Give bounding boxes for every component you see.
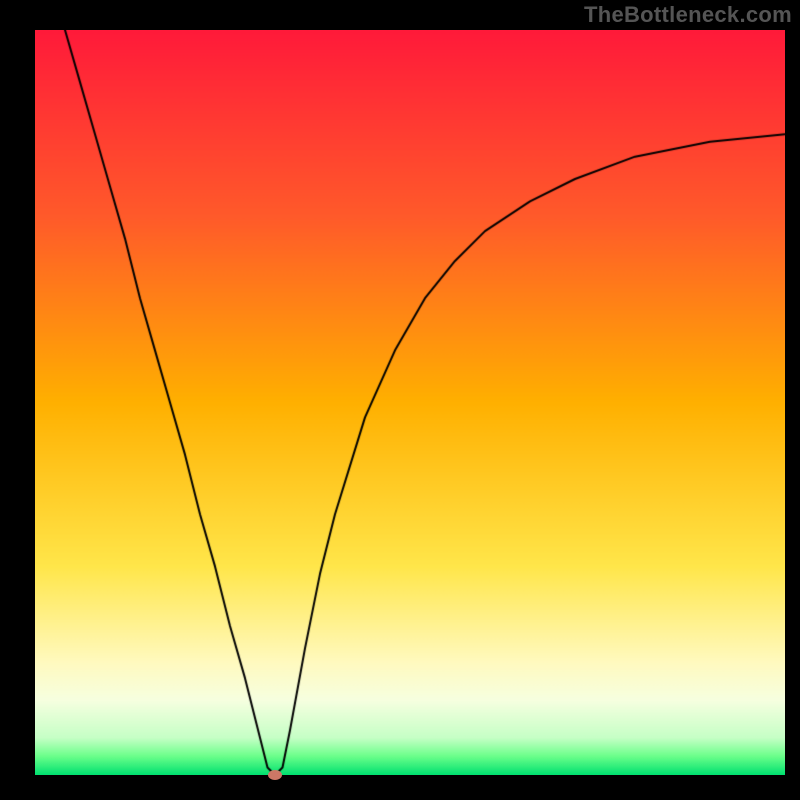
optimum-marker <box>268 770 282 780</box>
bottleneck-curve <box>35 30 785 775</box>
chart-container: TheBottleneck.com <box>0 0 800 800</box>
watermark-label: TheBottleneck.com <box>584 2 792 28</box>
